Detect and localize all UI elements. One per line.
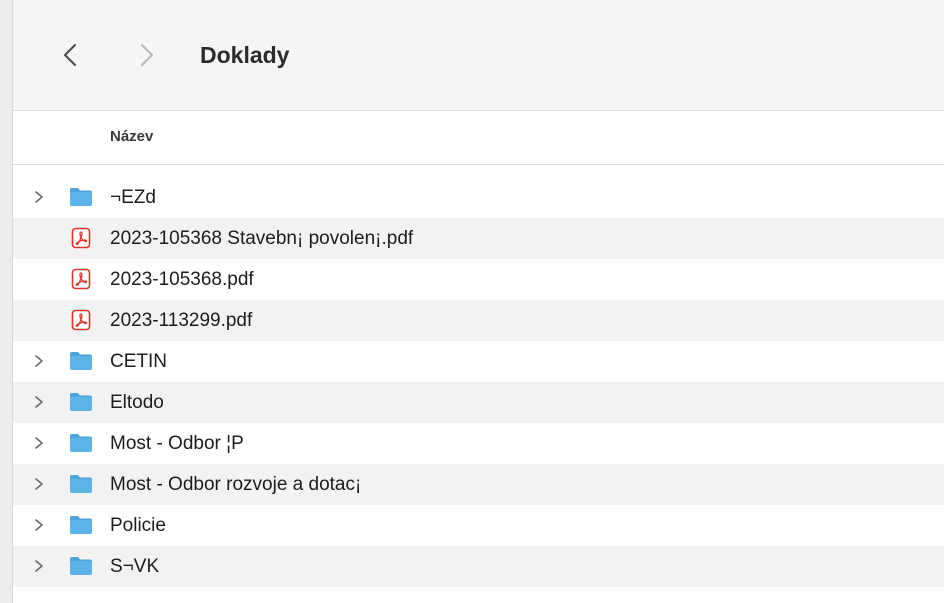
folder-row[interactable]: Most - Odbor ¦P	[13, 423, 944, 464]
disclosure-chevron-icon[interactable]	[31, 435, 47, 451]
finder-window: Doklady Název ¬EZd 2023-105368 Stavebn¡ p…	[13, 0, 944, 603]
folder-icon	[69, 391, 93, 413]
folder-icon	[69, 350, 93, 372]
item-name: Most - Odbor rozvoje a dotac¡	[110, 474, 362, 495]
pdf-icon	[69, 268, 93, 290]
item-name: ¬EZd	[110, 187, 156, 208]
pdf-icon	[69, 309, 93, 331]
folder-row[interactable]: Eltodo	[13, 382, 944, 423]
item-name: 2023-105368 Stavebn¡ povolen¡.pdf	[110, 228, 414, 249]
file-list: ¬EZd 2023-105368 Stavebn¡ povolen¡.pdf 202…	[13, 177, 944, 587]
folder-row[interactable]: Policie	[13, 505, 944, 546]
disclosure-chevron-icon[interactable]	[31, 476, 47, 492]
item-name: Most - Odbor ¦P	[110, 433, 244, 454]
folder-row[interactable]: Most - Odbor rozvoje a dotac¡	[13, 464, 944, 505]
sidebar-edge	[0, 0, 13, 603]
back-button[interactable]	[53, 38, 87, 72]
item-name: 2023-105368.pdf	[110, 269, 254, 290]
item-name: S¬VK	[110, 556, 160, 577]
folder-icon	[69, 555, 93, 577]
column-header: Název	[13, 111, 944, 165]
item-name: CETIN	[110, 351, 167, 372]
chevron-left-icon	[64, 44, 76, 66]
chevron-right-icon	[141, 44, 153, 66]
file-row[interactable]: 2023-113299.pdf	[13, 300, 944, 341]
file-row[interactable]: 2023-105368.pdf	[13, 259, 944, 300]
disclosure-chevron-icon[interactable]	[31, 558, 47, 574]
window-title: Doklady	[200, 42, 290, 68]
disclosure-chevron-icon[interactable]	[31, 394, 47, 410]
item-name: 2023-113299.pdf	[110, 310, 253, 331]
disclosure-chevron-icon[interactable]	[31, 189, 47, 205]
item-name: Eltodo	[110, 392, 164, 413]
disclosure-chevron-icon[interactable]	[31, 517, 47, 533]
folder-row[interactable]: S¬VK	[13, 546, 944, 587]
folder-icon	[69, 473, 93, 495]
item-name: Policie	[110, 515, 166, 536]
pdf-icon	[69, 227, 93, 249]
file-row[interactable]: 2023-105368 Stavebn¡ povolen¡.pdf	[13, 218, 944, 259]
folder-icon	[69, 186, 93, 208]
folder-row[interactable]: CETIN	[13, 341, 944, 382]
folder-icon	[69, 432, 93, 454]
forward-button[interactable]	[130, 38, 164, 72]
folder-icon	[69, 514, 93, 536]
folder-row[interactable]: ¬EZd	[13, 177, 944, 218]
column-header-name[interactable]: Název	[110, 128, 153, 145]
disclosure-chevron-icon[interactable]	[31, 353, 47, 369]
toolbar: Doklady	[13, 0, 944, 111]
